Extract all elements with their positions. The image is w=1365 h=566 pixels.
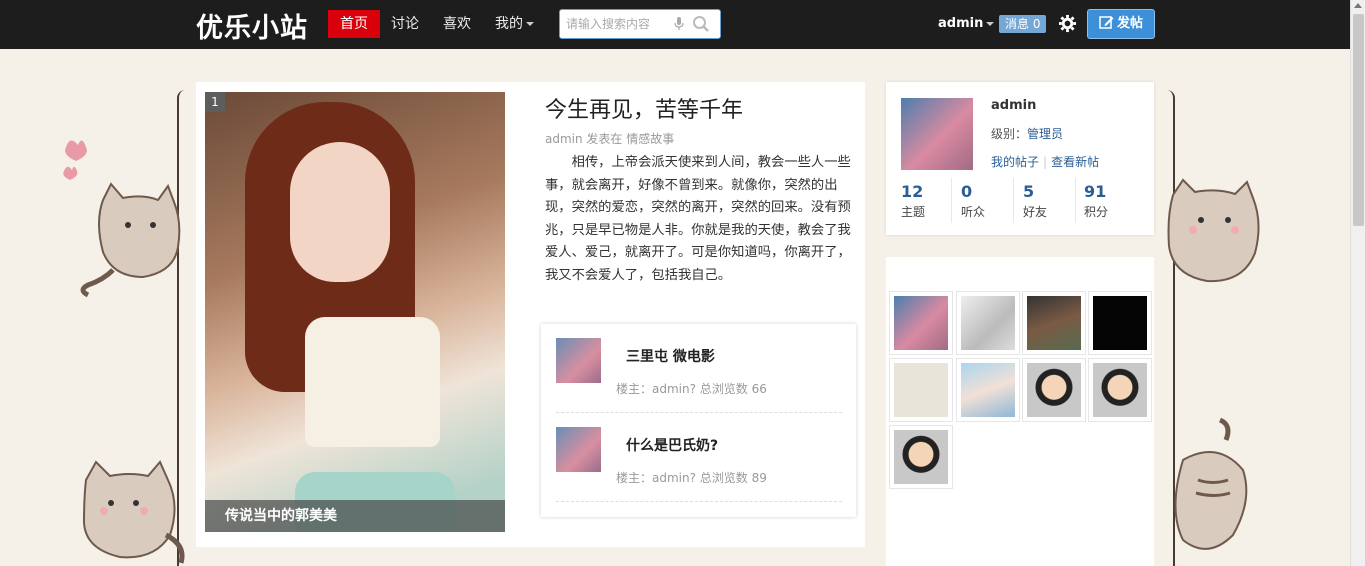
slide-index-badge: 1 [205, 92, 225, 112]
gallery-image [961, 363, 1015, 417]
related-meta: 楼主：admin? 总浏览数 89 [616, 471, 767, 485]
gallery-image [1027, 363, 1081, 417]
chevron-down-icon [526, 22, 534, 26]
cat-decoration-icon [1174, 417, 1248, 550]
level-value[interactable]: 管理员 [1027, 127, 1063, 141]
gallery-image [961, 296, 1015, 350]
stat-label: 主题 [901, 205, 926, 219]
cat-decoration-icon [1167, 178, 1260, 283]
related-title[interactable]: 三里屯 微电影 [626, 346, 715, 366]
gallery-item[interactable] [1022, 358, 1086, 422]
related-posts: 三里屯 微电影 楼主：admin? 总浏览数 66 什么是巴氏奶? 楼主：adm… [541, 324, 856, 517]
microphone-icon[interactable] [674, 17, 684, 31]
stat-topics[interactable]: 12 主题 [901, 182, 961, 220]
scroll-up-icon[interactable] [1354, 3, 1362, 8]
cat-decoration-icon [82, 460, 185, 564]
profile-level: 级别：管理员 [991, 125, 1063, 142]
related-item[interactable]: 什么是巴氏奶? 楼主：admin? 总浏览数 89 [556, 413, 842, 502]
nav-discussion[interactable]: 讨论 [391, 10, 419, 38]
nav-mine[interactable]: 我的 [495, 10, 534, 38]
cat-decoration-icon [63, 140, 181, 298]
stat-value: 12 [901, 182, 924, 201]
edit-icon [1099, 16, 1114, 29]
stat-value: 0 [961, 182, 973, 201]
nav-mine-label: 我的 [495, 16, 523, 32]
related-thumbnail[interactable] [556, 338, 601, 383]
site-logo[interactable]: 优乐小站 [196, 6, 308, 45]
featured-photo[interactable] [205, 92, 505, 532]
link-separator: | [1043, 155, 1048, 169]
member-gallery [886, 257, 1154, 566]
stat-label: 好友 [1023, 205, 1048, 219]
chevron-down-icon [986, 21, 995, 26]
stat-followers[interactable]: 0 听众 [961, 182, 1021, 220]
stat-points[interactable]: 91 积分 [1084, 182, 1144, 220]
user-menu[interactable]: admin [938, 16, 995, 31]
search-box [559, 9, 721, 39]
top-navbar: 优乐小站 首页 讨论 喜欢 我的 admin 消息 0 发帖 [0, 0, 1350, 49]
level-label: 级别： [991, 127, 1028, 141]
article-meta: admin 发表在 情感故事 [545, 132, 675, 146]
gallery-image [1093, 296, 1147, 350]
stat-friends[interactable]: 5 好友 [1023, 182, 1083, 220]
profile-name[interactable]: admin [991, 98, 1036, 113]
stat-divider [1075, 178, 1076, 223]
gear-icon[interactable] [1058, 14, 1077, 33]
related-title[interactable]: 什么是巴氏奶? [626, 435, 718, 455]
gallery-item[interactable] [889, 425, 953, 489]
profile-card: admin 级别：管理员 我的帖子 | 查看新帖 12 主题 0 听众 5 好友 91 积分 [886, 82, 1154, 235]
gallery-item[interactable] [1088, 358, 1152, 422]
gallery-item[interactable] [889, 358, 953, 422]
stat-value: 91 [1084, 182, 1107, 201]
photo-caption[interactable]: 传说当中的郭美美 [205, 500, 505, 532]
related-item[interactable]: 三里屯 微电影 楼主：admin? 总浏览数 66 [556, 324, 842, 413]
gallery-image [1093, 363, 1147, 417]
related-thumbnail[interactable] [556, 427, 601, 472]
messages-badge[interactable]: 消息 0 [999, 15, 1047, 33]
gallery-item[interactable] [956, 358, 1020, 422]
my-posts-link[interactable]: 我的帖子 [991, 155, 1039, 169]
user-name: admin [938, 16, 984, 31]
gallery-image [894, 363, 948, 417]
stat-divider [951, 178, 952, 223]
gallery-image [1027, 296, 1081, 350]
stat-value: 5 [1023, 182, 1035, 201]
article-title[interactable]: 今生再见，苦等千年 [545, 92, 743, 124]
stat-label: 积分 [1084, 205, 1109, 219]
stat-label: 听众 [961, 205, 986, 219]
page-scrollbar[interactable] [1350, 0, 1365, 566]
profile-links: 我的帖子 | 查看新帖 [991, 153, 1099, 170]
photo-face-shape [290, 142, 390, 282]
nav-likes[interactable]: 喜欢 [443, 10, 471, 38]
gallery-item[interactable] [1022, 291, 1086, 355]
new-posts-link[interactable]: 查看新帖 [1051, 155, 1099, 169]
gallery-item[interactable] [1088, 291, 1152, 355]
search-icon[interactable] [692, 15, 710, 33]
related-meta: 楼主：admin? 总浏览数 66 [616, 382, 767, 396]
search-input[interactable] [560, 10, 670, 38]
avatar[interactable] [901, 98, 973, 170]
gallery-item[interactable] [889, 291, 953, 355]
photo-top-shape [305, 317, 440, 447]
new-post-label: 发帖 [1116, 16, 1143, 31]
featured-post-card: 1 传说当中的郭美美 今生再见，苦等千年 admin 发表在 情感故事 相传，上… [196, 82, 865, 547]
gallery-image [894, 430, 948, 484]
nav-home[interactable]: 首页 [328, 10, 380, 38]
gallery-item[interactable] [956, 291, 1020, 355]
scrollbar-thumb[interactable] [1353, 14, 1364, 226]
stat-divider [1013, 178, 1014, 223]
gallery-image [894, 296, 948, 350]
article-body: 相传，上帝会派天使来到人间，教会一些人一些事，就会离开，好像不曾到来。就像你，突… [545, 155, 851, 283]
new-post-button[interactable]: 发帖 [1087, 9, 1155, 39]
